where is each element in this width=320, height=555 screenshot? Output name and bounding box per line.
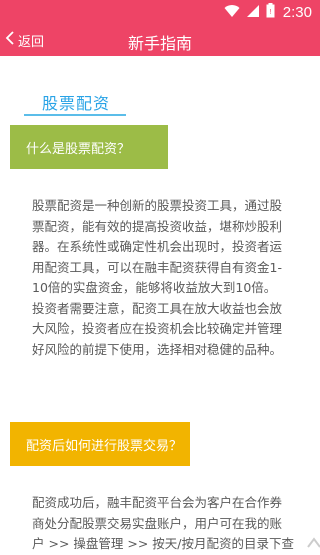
svg-text:!: ! bbox=[269, 9, 271, 16]
tab-stock-margin[interactable]: 股票配资 bbox=[42, 90, 110, 114]
section-body: 股票配资是一种创新的股票投资工具，通过股 票配资，能有效的提高投资收益，堪称炒股… bbox=[32, 198, 283, 357]
page-title: 新手指南 bbox=[127, 34, 192, 53]
status-bar: ! 2:30 bbox=[0, 0, 320, 24]
section-heading: 什么是股票配资？ bbox=[10, 125, 168, 169]
wifi-icon bbox=[224, 3, 240, 22]
battery-icon: ! bbox=[266, 2, 275, 22]
tab-indicator bbox=[24, 114, 126, 116]
app-bar: 返回 新手指南 bbox=[0, 24, 320, 56]
status-icons: ! 2:30 bbox=[224, 2, 312, 22]
clock: 2:30 bbox=[282, 3, 312, 21]
scroll-hint-icon bbox=[280, 534, 320, 548]
section-heading: 配资后如何进行股票交易？ bbox=[10, 422, 190, 466]
signal-icon bbox=[246, 3, 260, 22]
section-body: 配资成功后，融丰配资平台会为客户在合作券 商处分配股票交易实盘账户，用户可在我的… bbox=[32, 495, 295, 551]
